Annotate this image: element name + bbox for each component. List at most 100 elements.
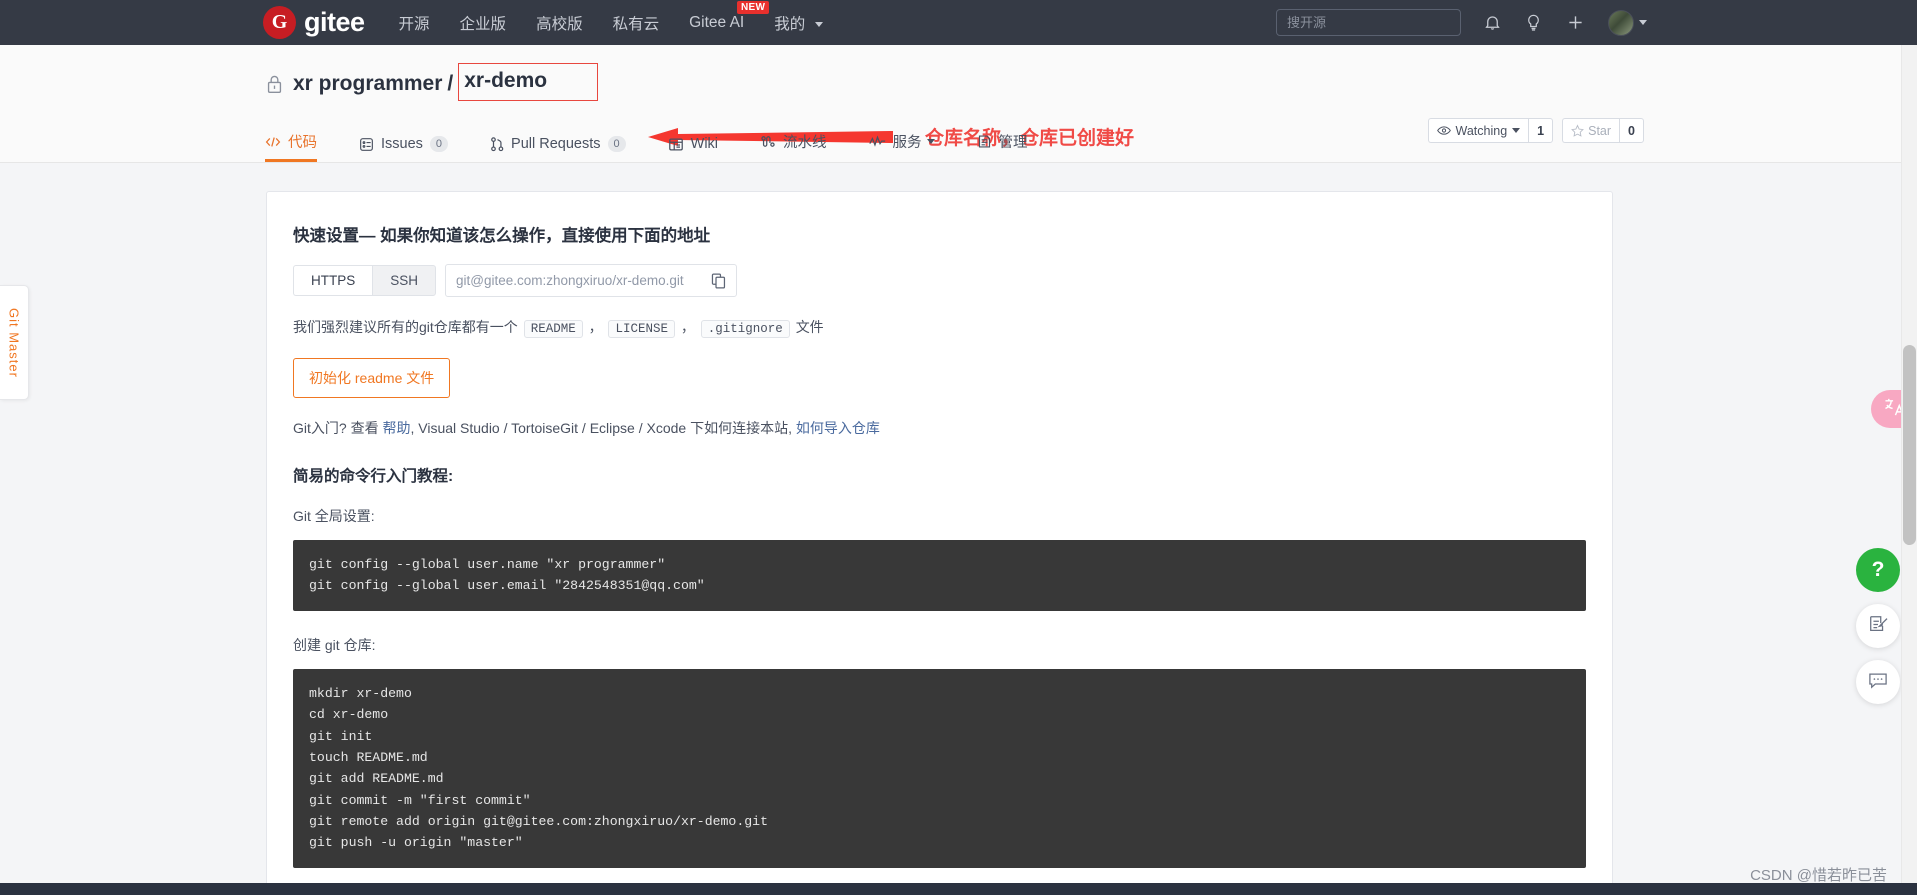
page-scrollbar-track[interactable] [1901,45,1917,895]
new-badge: NEW [737,0,770,14]
gitee-logo-text: gitee [304,7,365,37]
tab-code[interactable]: 代码 [265,131,317,162]
lightbulb-icon[interactable] [1524,13,1543,32]
clone-row: HTTPS SSH [293,264,1586,297]
star-button-group: Star 0 [1562,118,1644,143]
star-label: Star [1588,123,1612,138]
gitee-logo[interactable]: G gitee [263,6,365,39]
tab-pull-requests-count: 0 [607,136,626,152]
nav-opensource[interactable]: 开源 [399,12,430,34]
feedback-edit-icon [1868,614,1888,639]
repository-owner-link[interactable]: xr programmer [293,72,442,96]
nav-gitee-ai-label: Gitee AI [689,13,745,31]
create-repo-code-block: mkdir xr-demo cd xr-demo git init touch … [293,668,1586,868]
avatar [1608,9,1634,36]
tab-service[interactable]: 服务 [868,131,935,162]
help-fab-label: ? [1871,558,1885,581]
code-icon [265,135,281,149]
tab-pipeline[interactable]: 流水线 [760,131,827,162]
help-link[interactable]: 帮助 [382,420,410,436]
chevron-down-icon [1639,20,1647,25]
wiki-icon [668,137,684,152]
global-config-label: Git 全局设置: [293,508,375,524]
repository-tabs: 代码 Issues 0 Pull Requests 0 Wiki 流水线 服务 … [0,131,1070,162]
navbar-left-group: G gitee 开源 企业版 高校版 私有云 Gitee AI NEW 我的 [263,0,853,39]
button-spacer [1553,118,1562,143]
tab-wiki[interactable]: Wiki [668,136,718,162]
top-navbar: G gitee 开源 企业版 高校版 私有云 Gitee AI NEW 我的 [0,0,1917,45]
repository-name-highlight: xr-demo [458,63,599,101]
create-repo-label: 创建 git 仓库: [293,636,376,653]
copy-icon[interactable] [711,272,726,289]
tab-pull-requests[interactable]: Pull Requests 0 [490,136,626,162]
nav-gitee-ai[interactable]: Gitee AI NEW [689,0,770,32]
git-master-tab[interactable]: Git Master [0,285,29,400]
repository-title-row: xr programmer / xr-demo [0,45,1917,103]
clone-url-input[interactable] [456,273,712,288]
watermark-text: CSDN @惜若昨已苦 [1750,867,1887,884]
watching-label: Watching [1455,123,1508,138]
git-master-tab-label: Git Master [6,307,22,378]
nav-education[interactable]: 高校版 [536,12,583,34]
nav-mine-label: 我的 [774,15,806,33]
nav-mine[interactable]: 我的 [774,12,823,34]
bell-icon[interactable] [1483,13,1502,32]
repository-name-link[interactable]: xr-demo [464,69,547,92]
quick-setup-panel: 快速设置— 如果你知道该怎么操作，直接使用下面的地址 HTTPS SSH 我们强… [266,191,1613,895]
help-fab-button[interactable]: ? [1856,548,1900,592]
advice-sep-2: ， [680,319,695,335]
repository-action-buttons: Watching 1 Star 0 [1427,118,1644,143]
eye-icon [1436,125,1451,136]
user-avatar-menu[interactable] [1608,9,1647,36]
global-config-code-block: git config --global user.name "xr progra… [293,540,1586,611]
help-tools-text: , Visual Studio / TortoiseGit / Eclipse … [410,420,792,436]
page-background: 快速设置— 如果你知道该怎么操作，直接使用下面的地址 HTTPS SSH 我们强… [0,163,1917,895]
advice-sep-1: ， [588,319,603,335]
feedback-button[interactable] [1856,604,1900,648]
git-help-line: Git入门? 查看 帮助, Visual Studio / TortoiseGi… [293,418,1586,438]
tab-pull-requests-label: Pull Requests [511,136,601,152]
tab-service-label: 服务 [892,135,922,151]
gitee-logo-mark: G [263,6,296,39]
pull-request-icon [490,136,504,152]
floating-action-column: ? [1856,548,1900,716]
clone-url-field-wrapper [445,264,738,297]
advice-prefix: 我们强烈建议所有的git仓库都有一个 [293,319,518,335]
tutorial-title: 简易的命令行入门教程: [293,468,454,485]
watching-button[interactable]: Watching [1427,118,1529,143]
pipeline-icon [760,134,776,149]
navbar-right-group [1276,0,1647,45]
quick-setup-title: 快速设置— 如果你知道该怎么操作，直接使用下面的地址 [293,227,711,245]
page-scrollbar-thumb[interactable] [1903,345,1916,545]
watching-count[interactable]: 1 [1528,118,1554,143]
repository-header: xr programmer / xr-demo 仓库名称，仓库已创建好 Watc… [0,45,1917,163]
navbar-links: 开源 企业版 高校版 私有云 Gitee AI NEW 我的 [399,0,853,34]
breadcrumb-separator: / [447,72,454,95]
star-button[interactable]: Star [1562,118,1620,143]
plus-icon[interactable] [1565,12,1586,33]
nav-private-cloud[interactable]: 私有云 [613,12,660,34]
tab-manage[interactable]: 管理 [977,131,1028,162]
init-readme-button[interactable]: 初始化 readme 文件 [293,358,451,398]
tab-wiki-label: Wiki [690,136,719,152]
bottom-strip [0,883,1917,895]
chip-gitignore: .gitignore [700,320,790,338]
lock-icon [265,73,284,95]
help-view-label: 查看 [350,420,379,436]
chat-button[interactable] [1856,660,1900,704]
protocol-https-button[interactable]: HTTPS [293,265,373,296]
help-prefix: Git入门? [293,420,347,436]
chevron-down-icon [1512,128,1521,133]
search-input[interactable] [1276,9,1461,36]
service-icon [868,135,886,148]
tab-issues[interactable]: Issues 0 [359,136,449,162]
protocol-ssh-button[interactable]: SSH [372,265,437,296]
tab-issues-count: 0 [429,136,449,152]
star-count[interactable]: 0 [1619,118,1644,143]
chevron-down-icon [814,21,823,27]
nav-enterprise[interactable]: 企业版 [460,12,507,34]
tab-pipeline-label: 流水线 [783,135,827,151]
import-repo-link[interactable]: 如何导入仓库 [796,420,880,436]
chevron-down-icon [926,139,935,144]
chat-bubble-icon [1868,671,1888,694]
